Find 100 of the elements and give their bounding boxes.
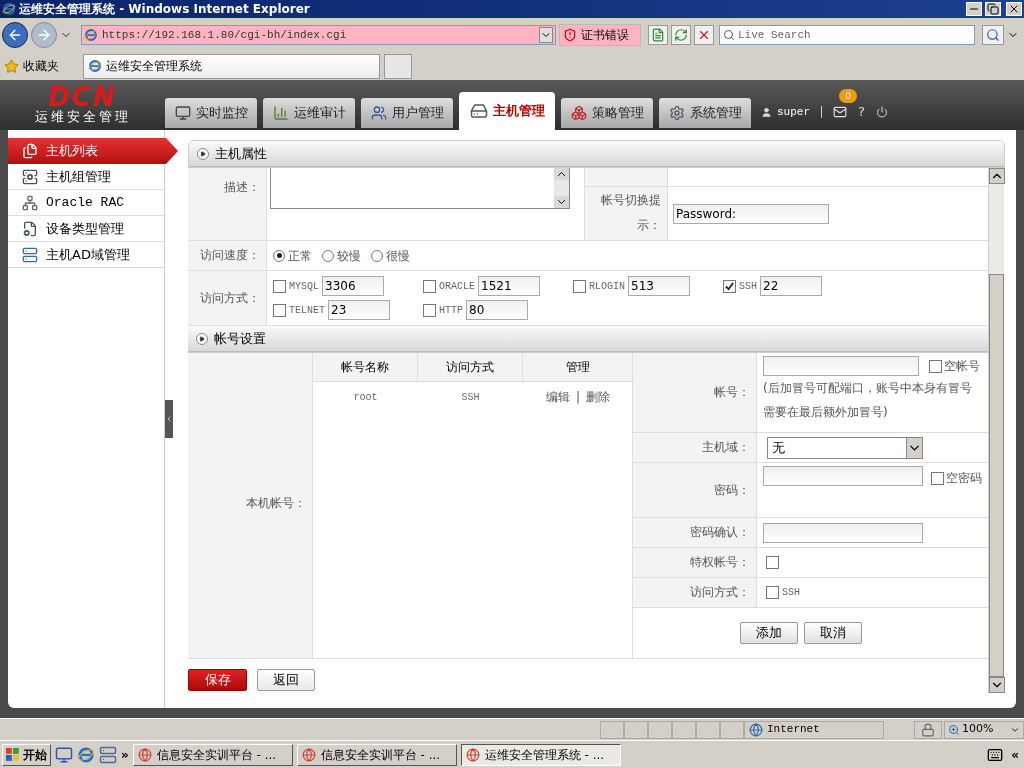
monitor-icon — [174, 105, 191, 121]
field-label: 密码确认： — [633, 518, 757, 547]
expand-icon[interactable] — [197, 147, 209, 160]
sidebar-item[interactable]: 主机AD域管理 — [8, 242, 164, 268]
radio-button[interactable] — [322, 249, 334, 262]
checkbox[interactable] — [931, 471, 944, 485]
hint-text: (后加冒号可配端口，账号中本身有冒号需要在最后额外加冒号) — [763, 380, 973, 421]
zoom-control[interactable]: 100% — [944, 720, 1024, 739]
new-tab-button[interactable] — [384, 53, 412, 79]
mail-icon[interactable] — [833, 105, 847, 119]
scroll-thumb[interactable] — [989, 274, 1004, 677]
port-field[interactable]: 3306 — [322, 276, 384, 296]
users-icon — [370, 105, 387, 121]
checkbox[interactable] — [423, 303, 436, 317]
checkbox[interactable] — [766, 556, 779, 569]
sidebar-item[interactable]: 主机列表 — [8, 138, 178, 164]
nav-tab[interactable]: 主机管理 — [459, 92, 555, 130]
password-field[interactable] — [763, 466, 923, 486]
checkbox[interactable] — [273, 303, 286, 317]
back-button[interactable]: 返回 — [257, 669, 315, 691]
restore-icon[interactable] — [985, 2, 1001, 16]
sidebar-item[interactable]: 设备类型管理 — [8, 216, 164, 242]
keyboard-icon[interactable] — [986, 746, 1005, 763]
chevron-text[interactable]: » — [121, 745, 129, 764]
scroll-up-icon[interactable] — [554, 168, 569, 180]
certificate-error-button[interactable]: 证书错误 — [559, 24, 641, 46]
scroll-down-icon[interactable] — [554, 196, 569, 208]
close-icon[interactable] — [1006, 2, 1022, 16]
nav-tab[interactable]: 策略管理 — [561, 98, 653, 128]
edit-link[interactable]: 编辑 — [545, 388, 570, 406]
scroll-down-icon[interactable] — [989, 677, 1005, 693]
notification-badge: 0 — [839, 89, 857, 103]
page-icon[interactable] — [648, 25, 668, 45]
scroll-up-icon[interactable] — [989, 168, 1005, 184]
radio-button[interactable] — [371, 249, 383, 262]
star-icon[interactable] — [4, 58, 19, 74]
scrollbar[interactable] — [988, 168, 1004, 693]
field-label: 特权帐号： — [633, 548, 757, 577]
power-icon[interactable] — [875, 106, 888, 118]
protocol-label: TELNET — [289, 303, 325, 318]
stop-icon[interactable] — [694, 25, 714, 45]
taskbar-button[interactable]: 信息安全实训平台 - ... — [132, 743, 293, 766]
username: super — [777, 104, 810, 120]
taskbar-button[interactable]: 运维安全管理系统 - ... — [460, 743, 621, 766]
favorites-label[interactable]: 收藏夹 — [23, 57, 79, 75]
status-panel — [648, 720, 672, 739]
expand-icon[interactable] — [196, 332, 208, 345]
search-field[interactable]: Live Search — [719, 25, 975, 45]
save-button[interactable]: 保存 — [188, 669, 247, 691]
windows-logo-icon — [6, 747, 20, 762]
address-field[interactable]: https://192.168.1.80/cgi-bh/index.cgi — [81, 25, 556, 45]
back-icon[interactable] — [2, 22, 28, 48]
radio-button[interactable] — [273, 249, 285, 262]
minimize-icon[interactable] — [966, 2, 982, 16]
nav-tab[interactable]: 运维审计 — [263, 98, 355, 128]
refresh-icon[interactable] — [671, 25, 691, 45]
document-icon — [22, 220, 38, 237]
delete-link[interactable]: 删除 — [586, 388, 610, 406]
lock-icon[interactable] — [914, 720, 942, 739]
checkbox[interactable] — [423, 279, 436, 293]
protocol-label: ORACLE — [439, 279, 475, 294]
port-field[interactable]: 1521 — [478, 276, 540, 296]
checkbox[interactable] — [929, 359, 942, 373]
sidebar-item[interactable]: Oracle RAC — [8, 190, 164, 216]
port-field[interactable]: 80 — [466, 300, 528, 320]
nav-tab[interactable]: 系统管理 — [659, 98, 751, 128]
port-field[interactable]: 513 — [628, 276, 690, 296]
field-label: 访问速度： — [188, 241, 267, 270]
nav-tab[interactable]: 实时监控 — [165, 98, 257, 128]
checkbox-label: 空帐号 — [944, 358, 980, 375]
checkbox[interactable] — [723, 279, 736, 293]
port-field[interactable]: 22 — [760, 276, 822, 296]
field-label: 本机帐号： — [188, 353, 313, 658]
scrollbar[interactable] — [554, 168, 569, 208]
browser-tab[interactable]: 运维安全管理系统 — [83, 53, 380, 79]
add-button[interactable]: 添加 — [739, 622, 798, 644]
nav-tab[interactable]: 用户管理 — [361, 98, 453, 128]
cancel-button[interactable]: 取消 — [803, 622, 862, 644]
text-field[interactable]: Password: — [673, 203, 829, 224]
collapse-handle-icon[interactable] — [165, 400, 173, 438]
sidebar-item[interactable]: 主机组管理 — [8, 164, 164, 190]
taskbar-button[interactable]: 信息安全实训平台 - ... — [296, 743, 457, 766]
status-panel — [696, 720, 720, 739]
port-field[interactable]: 23 — [328, 300, 390, 320]
desktop-icon[interactable] — [55, 745, 73, 764]
start-button[interactable]: 开始 — [2, 743, 51, 766]
checkbox-label: SSH — [782, 586, 800, 600]
checkbox[interactable] — [273, 279, 286, 293]
checkbox[interactable] — [766, 586, 779, 599]
collapse-tray-text[interactable]: « — [1008, 745, 1022, 764]
search-icon[interactable] — [982, 25, 1004, 45]
checkbox[interactable] — [573, 279, 586, 293]
dropdown-icon[interactable] — [539, 27, 553, 43]
tab-title: 运维安全管理系统 — [106, 58, 202, 75]
server-icon[interactable] — [99, 745, 117, 764]
domain-select[interactable]: 无 — [767, 436, 923, 459]
help-link[interactable]: ? — [858, 102, 865, 122]
password-field[interactable] — [763, 522, 923, 543]
text-field[interactable] — [763, 356, 919, 376]
window-title: 运维安全管理系统 - Windows Internet Explorer — [19, 1, 311, 18]
